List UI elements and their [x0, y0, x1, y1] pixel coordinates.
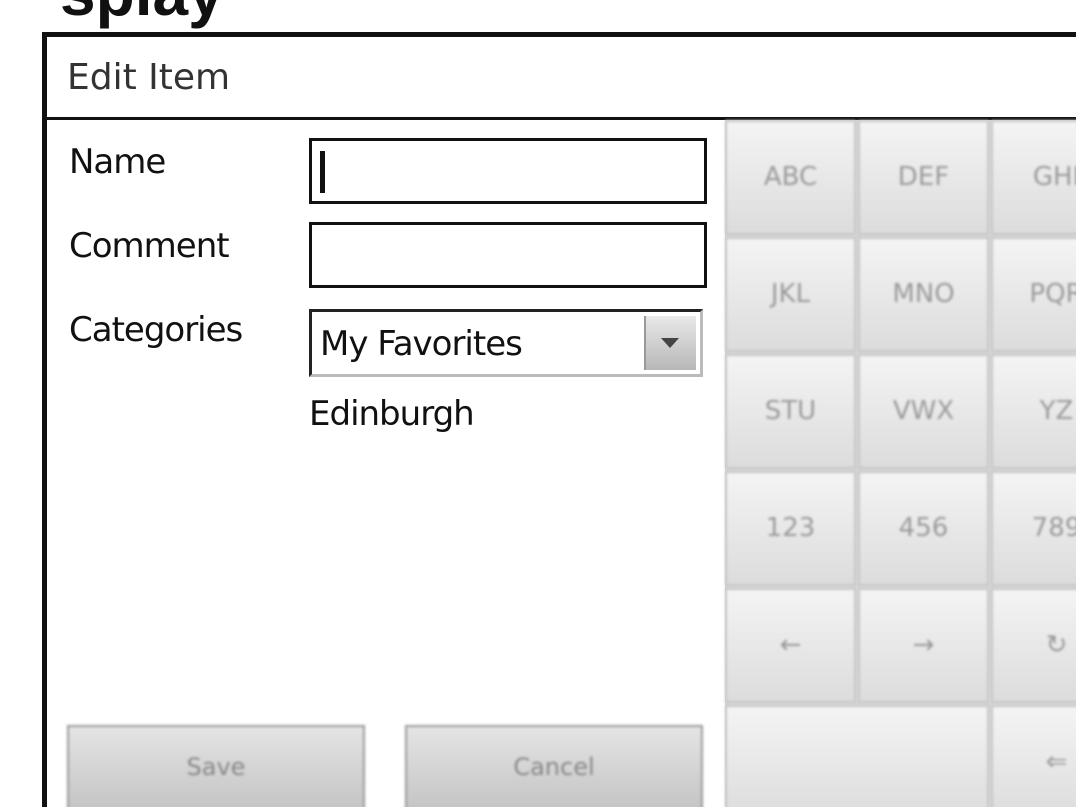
key-456[interactable]: 456 — [858, 471, 989, 586]
categories-extra-value: Edinburgh — [309, 394, 475, 434]
categories-selected-value: My Favorites — [320, 324, 523, 364]
key-mno[interactable]: MNO — [858, 237, 989, 352]
dropdown-button[interactable] — [644, 316, 696, 370]
key-pqr[interactable]: PQR — [991, 237, 1076, 352]
name-label: Name — [69, 142, 166, 182]
comment-label: Comment — [69, 226, 230, 266]
key-123[interactable]: 123 — [725, 471, 856, 586]
app-header-partial: splay — [0, 0, 1076, 32]
key-yz[interactable]: YZ — [991, 354, 1076, 469]
comment-input[interactable] — [309, 222, 707, 288]
edit-item-form: Name Comment Categories My Favorites Edi… — [47, 120, 725, 807]
refresh-icon[interactable]: ↻ — [991, 588, 1076, 703]
key-stu[interactable]: STU — [725, 354, 856, 469]
key-jkl[interactable]: JKL — [725, 237, 856, 352]
page-title-partial: splay — [60, 0, 224, 30]
on-screen-keypad: ABC DEF GHI JKL MNO PQR STU VWX YZ 123 4… — [725, 120, 1076, 807]
save-button[interactable]: Save — [67, 725, 365, 807]
arrow-right-icon[interactable]: → — [858, 588, 989, 703]
backspace-icon[interactable]: ⇐ — [991, 705, 1076, 807]
chevron-down-icon — [661, 338, 679, 348]
key-vwx[interactable]: VWX — [858, 354, 989, 469]
key-789[interactable]: 789 — [991, 471, 1076, 586]
key-abc[interactable]: ABC — [725, 120, 856, 235]
edit-item-dialog: Edit Item Name Comment Categories My Fav… — [42, 32, 1076, 807]
name-input[interactable] — [309, 138, 707, 204]
dialog-title: Edit Item — [67, 57, 231, 98]
arrow-left-icon[interactable]: ← — [725, 588, 856, 703]
key-space[interactable] — [725, 705, 989, 807]
categories-label: Categories — [69, 310, 243, 350]
text-caret — [320, 151, 325, 193]
key-def[interactable]: DEF — [858, 120, 989, 235]
cancel-button[interactable]: Cancel — [405, 725, 703, 807]
key-ghi[interactable]: GHI — [991, 120, 1076, 235]
dialog-title-bar: Edit Item — [47, 37, 1076, 120]
categories-select[interactable]: My Favorites — [309, 309, 703, 377]
